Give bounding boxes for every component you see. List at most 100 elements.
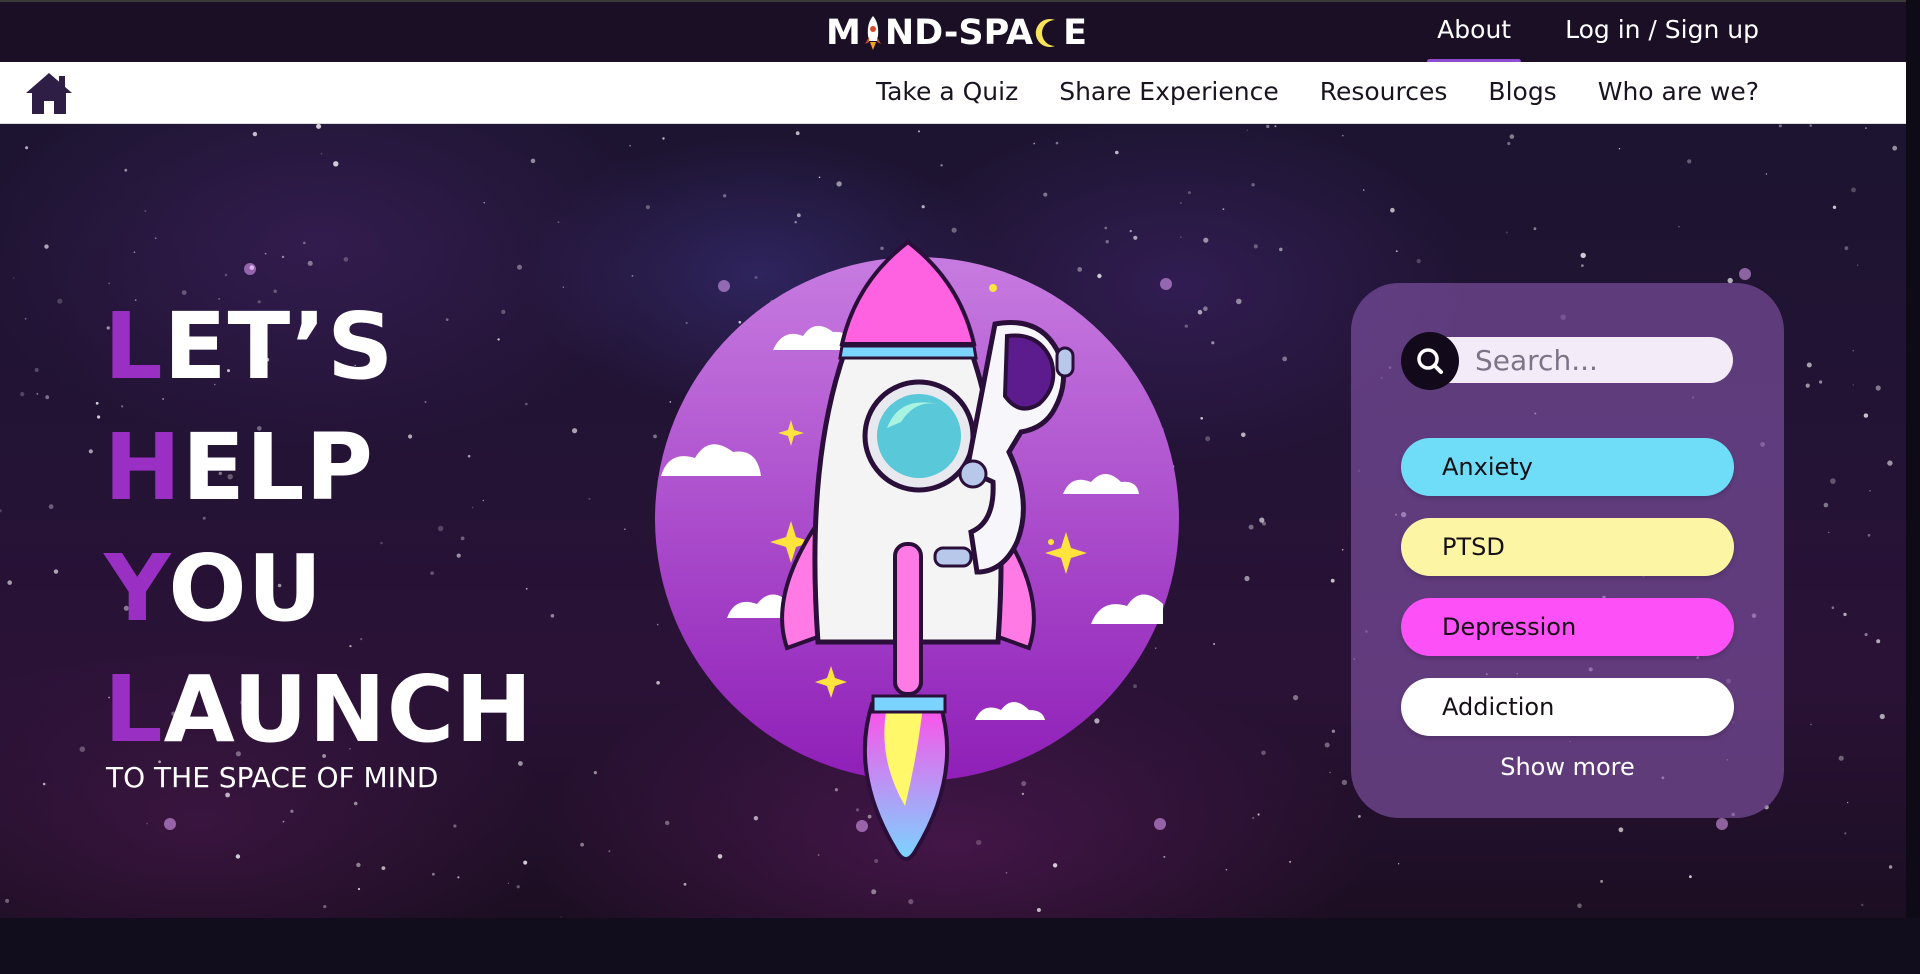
star: [154, 237, 157, 240]
star: [1828, 531, 1830, 534]
page-bottom-strip: [0, 918, 1920, 974]
star: [1341, 134, 1344, 137]
star: [562, 286, 564, 288]
nav-share-experience[interactable]: Share Experience: [1059, 76, 1279, 108]
star: [550, 614, 555, 618]
star: [1864, 633, 1868, 637]
star: [1805, 383, 1810, 388]
star: [1577, 903, 1582, 908]
star: [836, 181, 842, 187]
brand-logo[interactable]: M ND-SPA E: [826, 12, 1087, 54]
star: [1043, 192, 1048, 197]
logo-text-end: E: [1063, 13, 1088, 53]
star: [1197, 309, 1203, 315]
star: [5, 898, 10, 903]
search-icon[interactable]: [1401, 332, 1459, 390]
star: [1830, 478, 1836, 484]
star: [1580, 252, 1586, 259]
home-icon[interactable]: [23, 70, 75, 116]
headline-line-2: HELP: [104, 414, 374, 521]
star: [722, 194, 727, 198]
star: [1205, 436, 1211, 442]
star: [79, 746, 86, 752]
star: [0, 509, 2, 513]
logo-text-start: M: [826, 13, 861, 53]
topic-ptsd-button[interactable]: PTSD: [1401, 518, 1734, 576]
star: [1203, 306, 1208, 311]
nav-resources[interactable]: Resources: [1320, 76, 1448, 108]
glowing-star: [244, 263, 256, 275]
star: [1274, 125, 1277, 128]
star: [1329, 771, 1331, 774]
star: [1244, 575, 1250, 582]
star: [1282, 356, 1288, 362]
star: [1844, 832, 1847, 835]
star: [921, 205, 925, 209]
star: [1509, 134, 1515, 139]
nav-take-quiz[interactable]: Take a Quiz: [876, 76, 1018, 108]
glowing-star: [164, 818, 176, 830]
star: [13, 277, 15, 279]
star: [1222, 208, 1225, 211]
star: [516, 885, 520, 889]
star: [48, 504, 54, 510]
star: [1838, 755, 1844, 761]
star: [1778, 124, 1782, 128]
star: [290, 809, 294, 813]
star: [629, 145, 631, 147]
login-signup-link[interactable]: Log in / Sign up: [1565, 14, 1759, 50]
star: [940, 164, 943, 167]
star: [1211, 341, 1215, 345]
star: [45, 395, 50, 400]
star: [1055, 141, 1059, 145]
star: [1823, 502, 1829, 508]
star: [593, 771, 598, 775]
search-input[interactable]: [1423, 337, 1733, 383]
logo-rocket-icon: [862, 15, 884, 51]
star: [507, 882, 509, 885]
star: [1289, 860, 1292, 863]
star: [1416, 258, 1421, 264]
star: [42, 782, 46, 786]
logo-text-middle: ND-SPA: [884, 13, 1034, 53]
star: [97, 415, 101, 419]
star: [1236, 298, 1242, 305]
star: [457, 876, 460, 879]
star: [1293, 695, 1299, 701]
star: [1033, 142, 1036, 145]
astronaut-rocket-illustration: [655, 238, 1179, 861]
star: [1618, 827, 1624, 833]
star: [1810, 723, 1812, 726]
star: [333, 161, 339, 167]
star: [1341, 779, 1348, 786]
logo-moon-icon: [1033, 16, 1063, 50]
star: [252, 131, 258, 137]
star: [908, 899, 914, 905]
headline-line-4: LAUNCH: [104, 656, 534, 763]
page-edge: [1906, 0, 1920, 918]
star: [1266, 124, 1270, 129]
show-more-link[interactable]: Show more: [1351, 753, 1784, 781]
star: [1852, 384, 1854, 386]
nav-blogs[interactable]: Blogs: [1488, 76, 1556, 108]
star: [146, 822, 148, 825]
star: [264, 252, 267, 255]
star: [1809, 124, 1812, 127]
nav-who-are-we[interactable]: Who are we?: [1598, 76, 1759, 108]
star: [795, 131, 800, 136]
star: [357, 887, 361, 891]
star: [144, 210, 147, 212]
star: [1876, 639, 1881, 644]
star: [1390, 207, 1395, 213]
star: [1507, 141, 1511, 146]
glowing-star: [1716, 818, 1728, 830]
topic-addiction-button[interactable]: Addiction: [1401, 678, 1734, 736]
star: [1689, 875, 1692, 879]
about-link[interactable]: About: [1427, 14, 1522, 64]
star: [631, 275, 634, 277]
star: [1246, 129, 1248, 131]
star: [1036, 908, 1041, 912]
star: [1861, 903, 1864, 907]
topic-anxiety-button[interactable]: Anxiety: [1401, 438, 1734, 496]
topic-depression-button[interactable]: Depression: [1401, 598, 1734, 656]
